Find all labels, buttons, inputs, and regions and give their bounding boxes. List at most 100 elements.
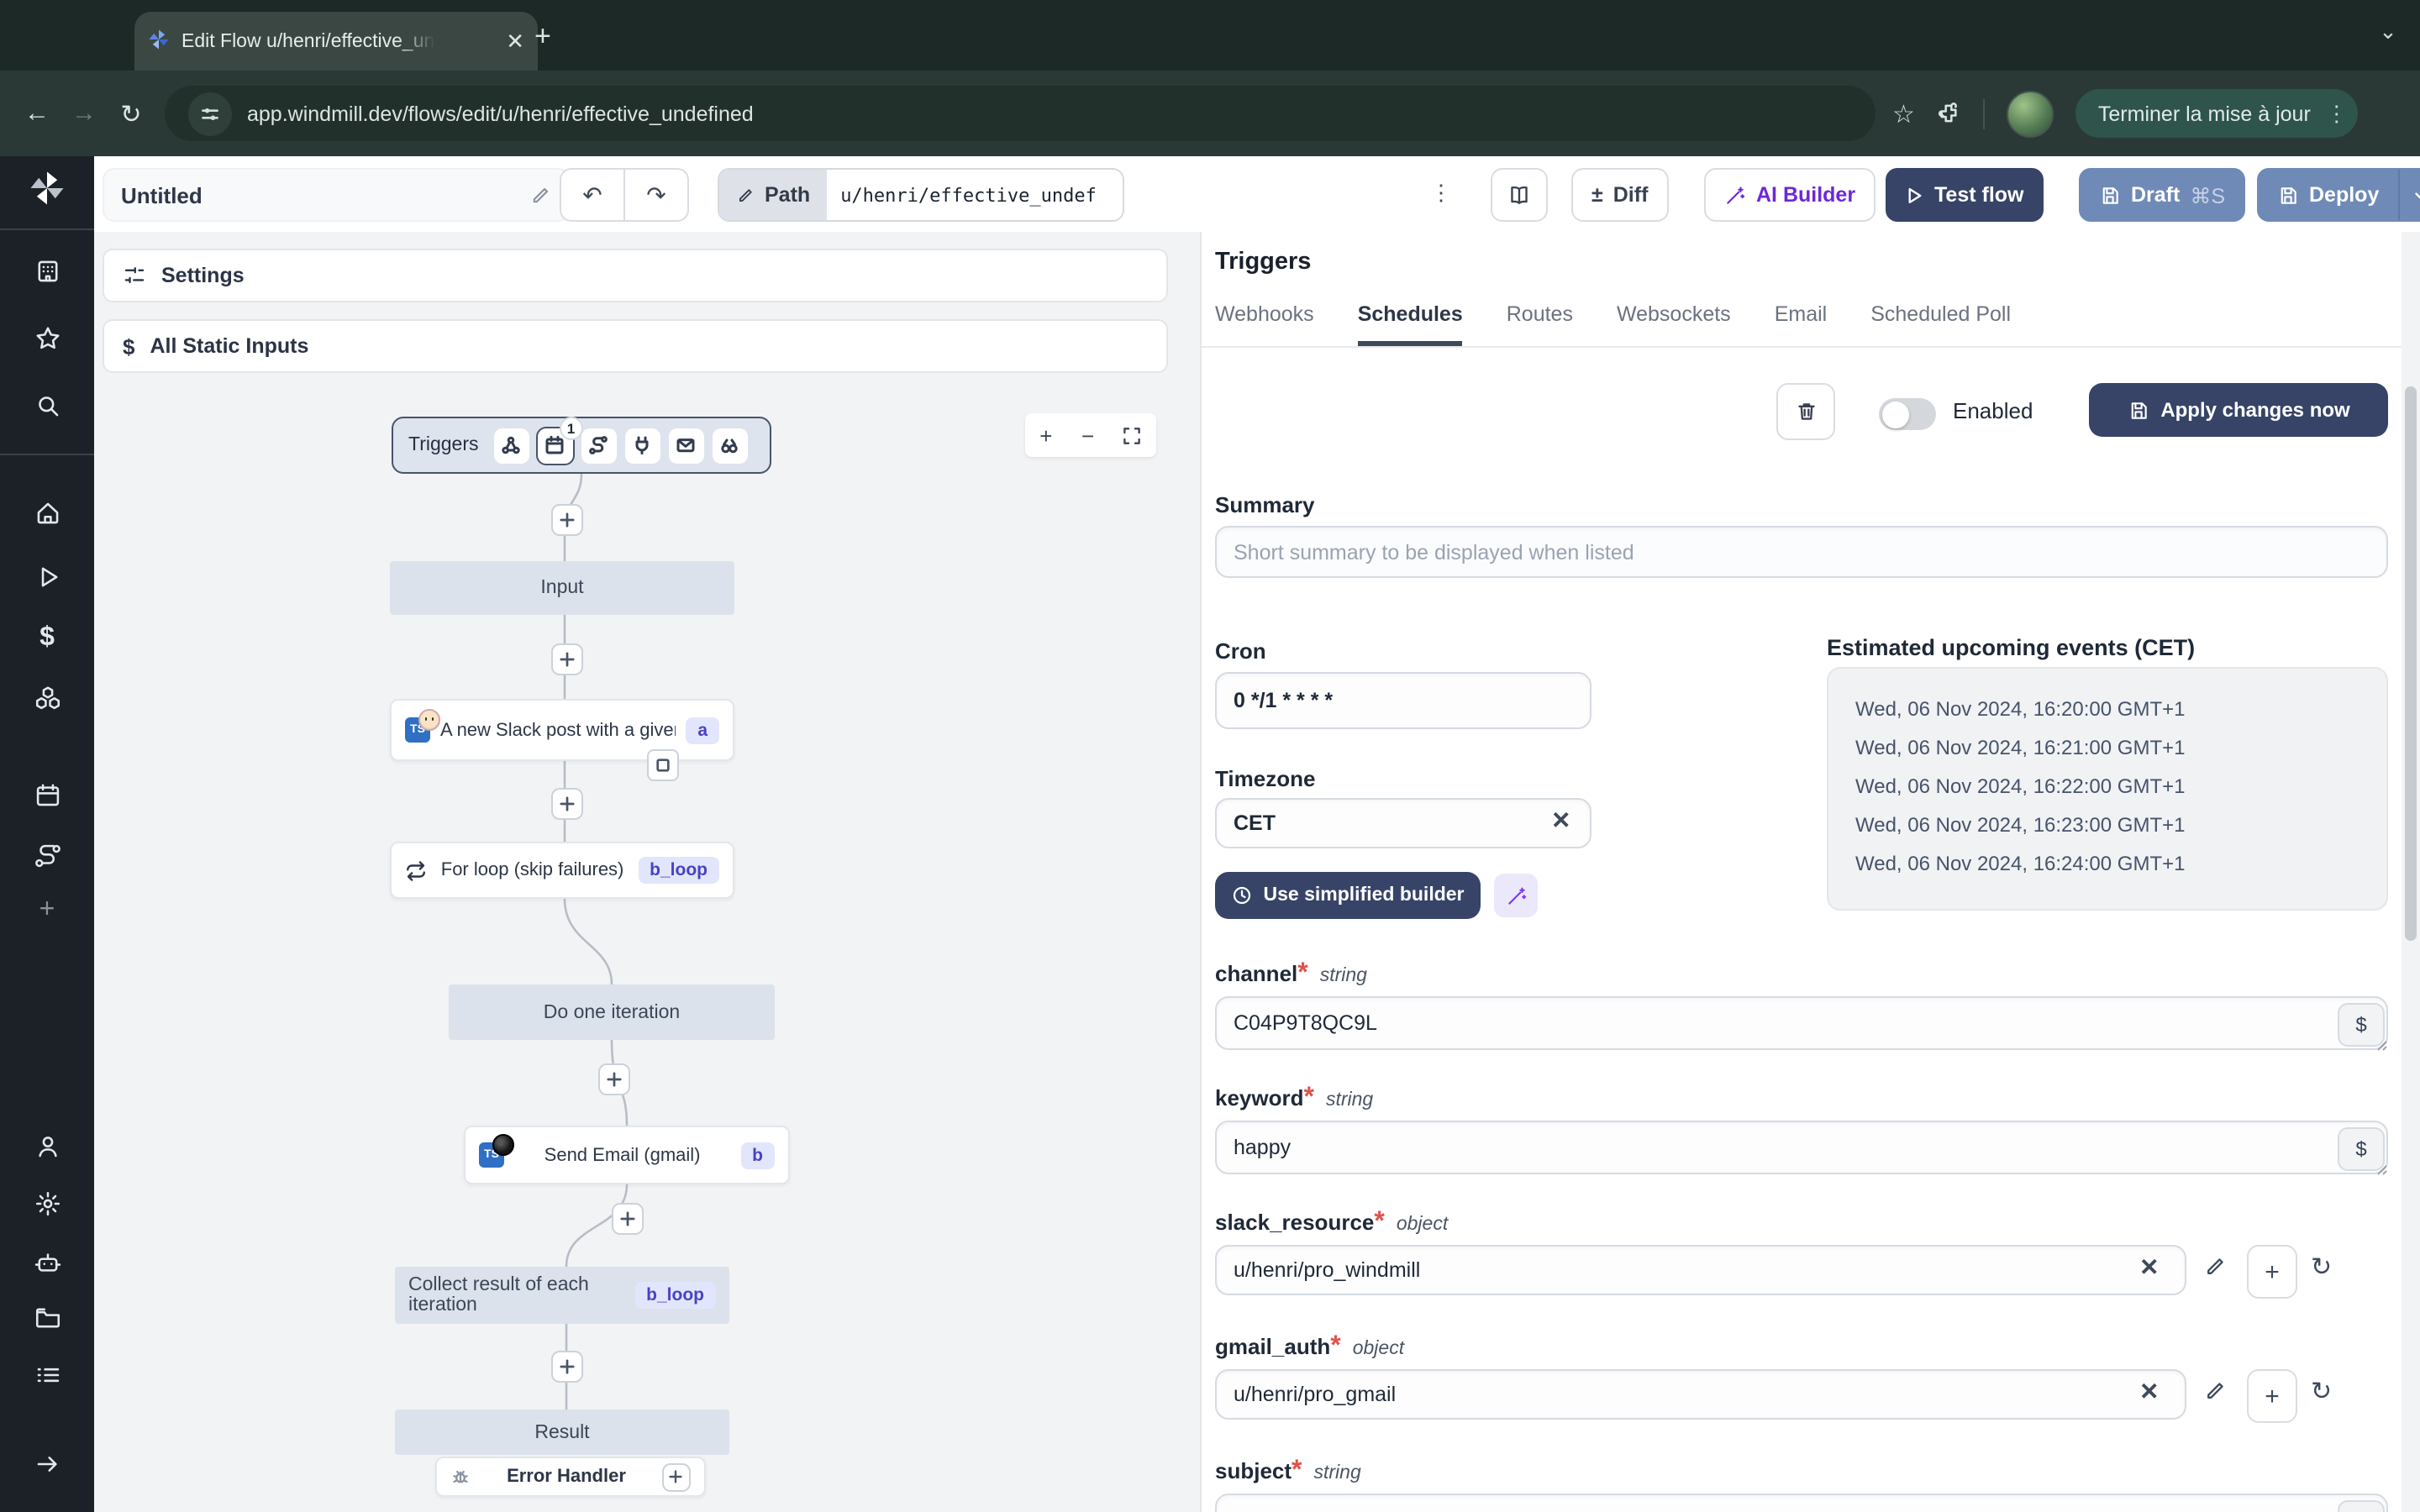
gmail-auth-input[interactable] bbox=[1215, 1369, 2186, 1420]
docs-button[interactable] bbox=[1491, 168, 1548, 222]
clear-resource-icon[interactable]: ✕ bbox=[2139, 1253, 2159, 1282]
tab-websockets[interactable]: Websockets bbox=[1617, 302, 1731, 346]
browser-tab[interactable]: Edit Flow u/henri/effective_un ✕ bbox=[134, 12, 538, 71]
add-resource-button[interactable]: + bbox=[2247, 1369, 2297, 1423]
delete-schedule-button[interactable] bbox=[1776, 383, 1835, 440]
sidebar-item-logs[interactable] bbox=[0, 1361, 94, 1389]
search-icon[interactable] bbox=[0, 391, 94, 420]
forward-icon[interactable]: → bbox=[60, 99, 108, 128]
back-icon[interactable]: ← bbox=[13, 99, 60, 128]
chrome-menu-icon[interactable]: ⋮ bbox=[2326, 100, 2348, 127]
sidebar-item-settings[interactable] bbox=[0, 1189, 94, 1218]
add-step-button[interactable] bbox=[551, 788, 583, 820]
add-step-button[interactable] bbox=[551, 643, 583, 675]
sidebar-item-workers[interactable] bbox=[0, 1248, 94, 1277]
redo-button[interactable]: ↷ bbox=[623, 168, 689, 222]
route-trigger-icon[interactable] bbox=[581, 428, 617, 463]
edit-resource-pencil-icon[interactable] bbox=[2203, 1255, 2227, 1278]
flow-canvas[interactable]: Settings $ All Static Inputs Triggers 1 … bbox=[94, 232, 1200, 1512]
email-trigger-icon[interactable] bbox=[668, 428, 704, 463]
summary-input[interactable] bbox=[1215, 526, 2388, 578]
clear-timezone-icon[interactable]: ✕ bbox=[1551, 806, 1570, 835]
scrollbar-thumb[interactable] bbox=[2405, 386, 2417, 941]
sidebar-item-routes[interactable] bbox=[0, 842, 94, 870]
zoom-in-button[interactable]: + bbox=[1039, 423, 1052, 448]
zoom-out-button[interactable]: − bbox=[1081, 423, 1094, 448]
keyword-input[interactable] bbox=[1215, 1121, 2388, 1174]
sidebar-item-home[interactable] bbox=[0, 499, 94, 528]
tab-schedules[interactable]: Schedules bbox=[1357, 302, 1463, 346]
tab-webhooks[interactable]: Webhooks bbox=[1215, 302, 1314, 346]
sidebar-item-workspace[interactable] bbox=[0, 257, 94, 286]
scheduled-poll-trigger-icon[interactable] bbox=[712, 428, 748, 463]
add-resource-button[interactable]: + bbox=[2247, 1245, 2297, 1299]
subject-input[interactable] bbox=[1215, 1494, 2388, 1512]
test-flow-button[interactable]: Test flow bbox=[1886, 168, 2044, 222]
add-step-button[interactable] bbox=[598, 1063, 630, 1095]
tab-email[interactable]: Email bbox=[1775, 302, 1828, 346]
ai-cron-button[interactable] bbox=[1494, 874, 1538, 917]
sidebar-item-favorites[interactable] bbox=[0, 324, 94, 353]
sidebar-item-folders[interactable] bbox=[0, 1304, 94, 1332]
undo-button[interactable]: ↶ bbox=[560, 168, 623, 222]
forloop-step-node[interactable]: For loop (skip failures) b_loop bbox=[390, 842, 734, 899]
tab-close-icon[interactable]: ✕ bbox=[506, 28, 524, 55]
do-one-iteration-node[interactable]: Do one iteration bbox=[449, 984, 775, 1040]
subject-expr-button[interactable]: $ bbox=[2338, 1500, 2385, 1512]
slack-resource-input[interactable] bbox=[1215, 1245, 2186, 1295]
ai-builder-button[interactable]: AI Builder bbox=[1704, 168, 1876, 222]
path-field[interactable]: Path u/henri/effective_undef bbox=[718, 168, 1125, 222]
cron-input[interactable] bbox=[1215, 672, 1591, 729]
diff-button[interactable]: ± Diff bbox=[1571, 168, 1669, 222]
tab-scheduled-poll[interactable]: Scheduled Poll bbox=[1870, 302, 2011, 346]
error-handler-node[interactable]: Error Handler bbox=[435, 1457, 706, 1497]
window-chevron-icon[interactable]: ⌄ bbox=[2366, 10, 2410, 54]
resize-handle-icon[interactable] bbox=[2376, 1164, 2388, 1176]
add-step-button[interactable] bbox=[612, 1203, 644, 1235]
simplified-builder-button[interactable]: Use simplified builder bbox=[1215, 872, 1481, 919]
test-up-to-step-button[interactable] bbox=[647, 749, 679, 781]
webhook-trigger-icon[interactable] bbox=[493, 428, 529, 463]
add-error-handler-button[interactable] bbox=[661, 1462, 691, 1491]
fit-view-button[interactable] bbox=[1123, 426, 1142, 444]
email-step-node[interactable]: TS Send Email (gmail) b bbox=[464, 1126, 790, 1184]
sidebar-item-runs[interactable] bbox=[0, 563, 94, 591]
more-options-icon[interactable]: ⋮ bbox=[1430, 180, 1452, 207]
draft-button[interactable]: Draft ⌘S bbox=[2079, 168, 2246, 222]
apply-changes-button[interactable]: Apply changes now bbox=[2089, 383, 2388, 437]
site-settings-icon[interactable] bbox=[188, 92, 232, 135]
channel-input[interactable] bbox=[1215, 996, 2388, 1050]
schedule-enabled-toggle[interactable] bbox=[1879, 398, 1936, 430]
sidebar-item-variables[interactable]: $ bbox=[0, 623, 94, 654]
tab-routes[interactable]: Routes bbox=[1507, 302, 1573, 346]
resize-handle-icon[interactable] bbox=[2376, 1040, 2388, 1052]
add-step-button[interactable] bbox=[551, 1351, 583, 1383]
schedule-trigger-icon[interactable]: 1 bbox=[535, 416, 583, 465]
collect-result-node[interactable]: Collect result of each iteration b_loop bbox=[395, 1267, 729, 1324]
sidebar-item-add[interactable]: + bbox=[0, 895, 94, 926]
input-node[interactable]: Input bbox=[390, 561, 734, 615]
deploy-dropdown-chevron[interactable] bbox=[2397, 170, 2420, 220]
url-bar[interactable]: app.windmill.dev/flows/edit/u/henri/effe… bbox=[165, 86, 1876, 141]
flow-name-field[interactable]: Untitled bbox=[103, 168, 570, 222]
triggers-node[interactable]: Triggers 1 bbox=[392, 416, 771, 474]
new-tab-button[interactable]: + bbox=[534, 20, 551, 54]
chrome-update-button[interactable]: Terminer la mise à jour ⋮ bbox=[2075, 89, 2358, 138]
timezone-input[interactable] bbox=[1215, 798, 1591, 848]
avatar[interactable] bbox=[2007, 90, 2054, 137]
panel-scrollbar[interactable] bbox=[2402, 232, 2420, 1512]
deploy-button[interactable]: Deploy bbox=[2259, 170, 2397, 220]
clear-resource-icon[interactable]: ✕ bbox=[2139, 1378, 2159, 1406]
extensions-icon[interactable] bbox=[1937, 101, 1962, 126]
websocket-trigger-icon[interactable] bbox=[624, 428, 660, 463]
add-step-button[interactable] bbox=[551, 504, 583, 536]
edit-resource-pencil-icon[interactable] bbox=[2203, 1379, 2227, 1403]
windmill-logo[interactable] bbox=[0, 170, 94, 207]
bookmark-star-icon[interactable]: ☆ bbox=[1892, 98, 1915, 129]
slack-step-node[interactable]: TS A new Slack post with a given wor... … bbox=[390, 699, 734, 761]
sidebar-expand-icon[interactable] bbox=[0, 1450, 94, 1478]
refresh-resource-icon[interactable]: ↻ bbox=[2311, 1252, 2332, 1282]
refresh-resource-icon[interactable]: ↻ bbox=[2311, 1376, 2332, 1406]
result-node[interactable]: Result bbox=[395, 1410, 729, 1455]
sidebar-item-resources[interactable] bbox=[0, 684, 94, 712]
